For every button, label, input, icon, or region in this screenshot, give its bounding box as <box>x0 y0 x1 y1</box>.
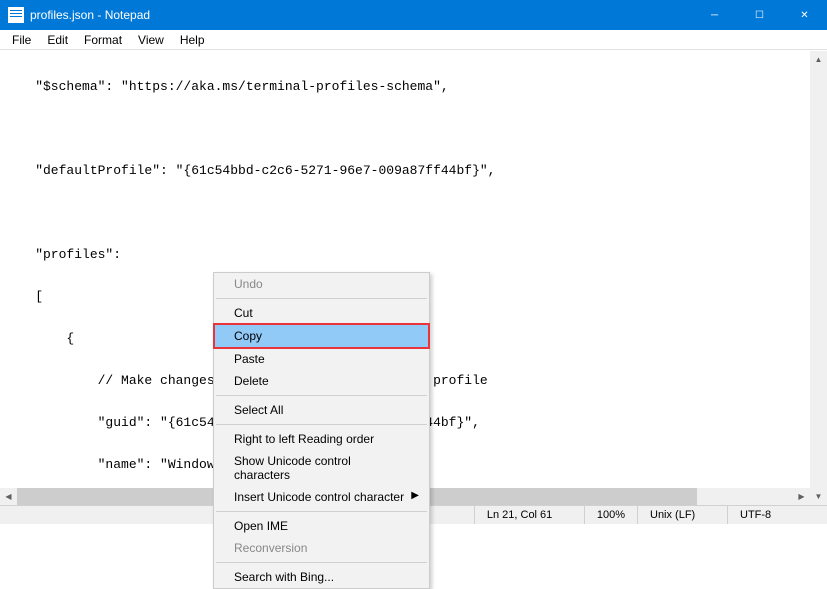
code-line: "$schema": "https://aka.ms/terminal-prof… <box>4 80 823 94</box>
status-position: Ln 21, Col 61 <box>474 506 584 524</box>
separator <box>216 424 427 425</box>
context-copy[interactable]: Copy <box>214 324 429 348</box>
separator <box>216 395 427 396</box>
menu-format[interactable]: Format <box>76 33 130 47</box>
context-cut[interactable]: Cut <box>214 302 429 324</box>
status-zoom: 100% <box>584 506 637 524</box>
scroll-left-button[interactable]: ◀ <box>0 488 17 505</box>
close-button[interactable]: ✕ <box>782 0 827 30</box>
status-encoding: UTF-8 <box>727 506 827 524</box>
notepad-icon <box>8 7 24 23</box>
window-controls: ─ ☐ ✕ <box>692 0 827 30</box>
separator <box>216 298 427 299</box>
context-open-ime[interactable]: Open IME <box>214 515 429 537</box>
menu-view[interactable]: View <box>130 33 172 47</box>
chevron-right-icon: ▶ <box>411 490 419 501</box>
context-paste[interactable]: Paste <box>214 348 429 370</box>
scroll-up-button[interactable]: ▲ <box>810 51 827 68</box>
code-line: "defaultProfile": "{61c54bbd-c2c6-5271-9… <box>4 164 823 178</box>
context-delete[interactable]: Delete <box>214 370 429 392</box>
context-show-unicode[interactable]: Show Unicode control characters <box>214 450 429 486</box>
status-line-ending: Unix (LF) <box>637 506 727 524</box>
context-search-bing[interactable]: Search with Bing... <box>214 566 429 588</box>
menu-file[interactable]: File <box>4 33 39 47</box>
separator <box>216 562 427 563</box>
menu-help[interactable]: Help <box>172 33 213 47</box>
context-reconversion[interactable]: Reconversion <box>214 537 429 559</box>
minimize-button[interactable]: ─ <box>692 0 737 30</box>
code-line: "profiles": <box>4 248 823 262</box>
scroll-right-button[interactable]: ▶ <box>793 488 810 505</box>
code-line <box>4 122 823 136</box>
context-rtl[interactable]: Right to left Reading order <box>214 428 429 450</box>
maximize-button[interactable]: ☐ <box>737 0 782 30</box>
title-bar: profiles.json - Notepad ─ ☐ ✕ <box>0 0 827 30</box>
code-line <box>4 206 823 220</box>
context-select-all[interactable]: Select All <box>214 399 429 421</box>
context-undo[interactable]: Undo <box>214 273 429 295</box>
menu-edit[interactable]: Edit <box>39 33 76 47</box>
vertical-scrollbar[interactable]: ▲ ▼ <box>810 51 827 505</box>
menu-bar: File Edit Format View Help <box>0 30 827 50</box>
context-menu: Undo Cut Copy Paste Delete Select All Ri… <box>213 272 430 589</box>
separator <box>216 511 427 512</box>
scroll-down-button[interactable]: ▼ <box>810 488 827 505</box>
window-title: profiles.json - Notepad <box>30 8 692 22</box>
context-insert-unicode[interactable]: Insert Unicode control character▶ <box>214 486 429 508</box>
